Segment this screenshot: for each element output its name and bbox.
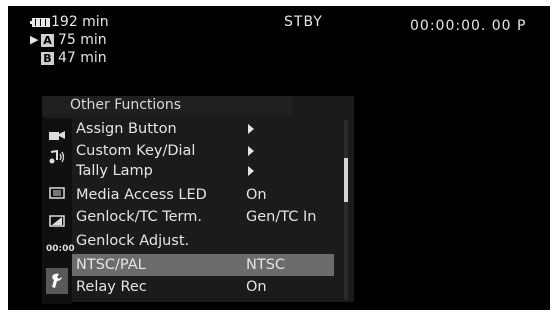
menu-item-genlock-adjust[interactable]: Genlock Adjust. — [72, 230, 334, 252]
menu-item-value: On — [246, 279, 267, 295]
camera-viewfinder-screen: 192 min ▶ A 75 min B 47 min STBY 00:00:0… — [8, 6, 550, 310]
timecode: 00:00:00. 00 P — [410, 18, 527, 34]
camera-icon[interactable] — [46, 126, 68, 144]
menu-item-genlock-tc-term[interactable]: Genlock/TC Term. Gen/TC In — [72, 206, 334, 228]
scrollbar-thumb[interactable] — [344, 158, 348, 202]
video-setup-icon[interactable] — [46, 184, 68, 202]
menu-item-label: NTSC/PAL — [76, 257, 146, 273]
menu-item-tally-lamp[interactable]: Tally Lamp — [72, 162, 334, 180]
menu-item-label: Assign Button — [76, 121, 177, 137]
battery-remaining: 192 min — [51, 14, 109, 30]
menu-item-label: Genlock/TC Term. — [76, 209, 202, 225]
audio-icon[interactable] — [46, 148, 68, 166]
menu-item-relay-rec[interactable]: Relay Rec On — [72, 276, 334, 298]
scrollbar-track[interactable] — [344, 120, 348, 300]
battery-icon — [30, 18, 50, 27]
menu-category-column: 00:00 — [42, 118, 75, 304]
menu-item-assign-button[interactable]: Assign Button — [72, 118, 334, 140]
recording-mode: STBY — [284, 14, 323, 30]
menu-item-ntsc-pal[interactable]: NTSC/PAL NTSC — [72, 254, 334, 276]
menu-item-value: Gen/TC In — [246, 209, 317, 225]
slot-b-remaining: 47 min — [58, 50, 107, 66]
card-slot-b-icon: B — [41, 52, 54, 65]
menu-title: Other Functions — [42, 96, 292, 115]
menu-item-label: Genlock Adjust. — [76, 233, 190, 249]
wrench-icon[interactable] — [46, 268, 68, 294]
menu-item-label: Tally Lamp — [76, 163, 153, 179]
slot-a-remaining: 75 min — [58, 32, 107, 48]
menu-item-value: On — [246, 187, 267, 203]
card-slot-a-icon: A — [41, 34, 54, 47]
display-setup-icon[interactable] — [46, 212, 68, 230]
menu-item-label: Media Access LED — [76, 187, 207, 203]
menu-item-label: Relay Rec — [76, 279, 147, 295]
menu-item-label: Custom Key/Dial — [76, 143, 196, 159]
menu-item-custom-key-dial[interactable]: Custom Key/Dial — [72, 140, 334, 162]
menu-item-value: NTSC — [246, 257, 286, 273]
active-slot-marker: ▶ — [30, 33, 39, 46]
timecode-icon[interactable]: 00:00 — [46, 240, 75, 258]
menu-item-media-access-led[interactable]: Media Access LED On — [72, 184, 334, 206]
